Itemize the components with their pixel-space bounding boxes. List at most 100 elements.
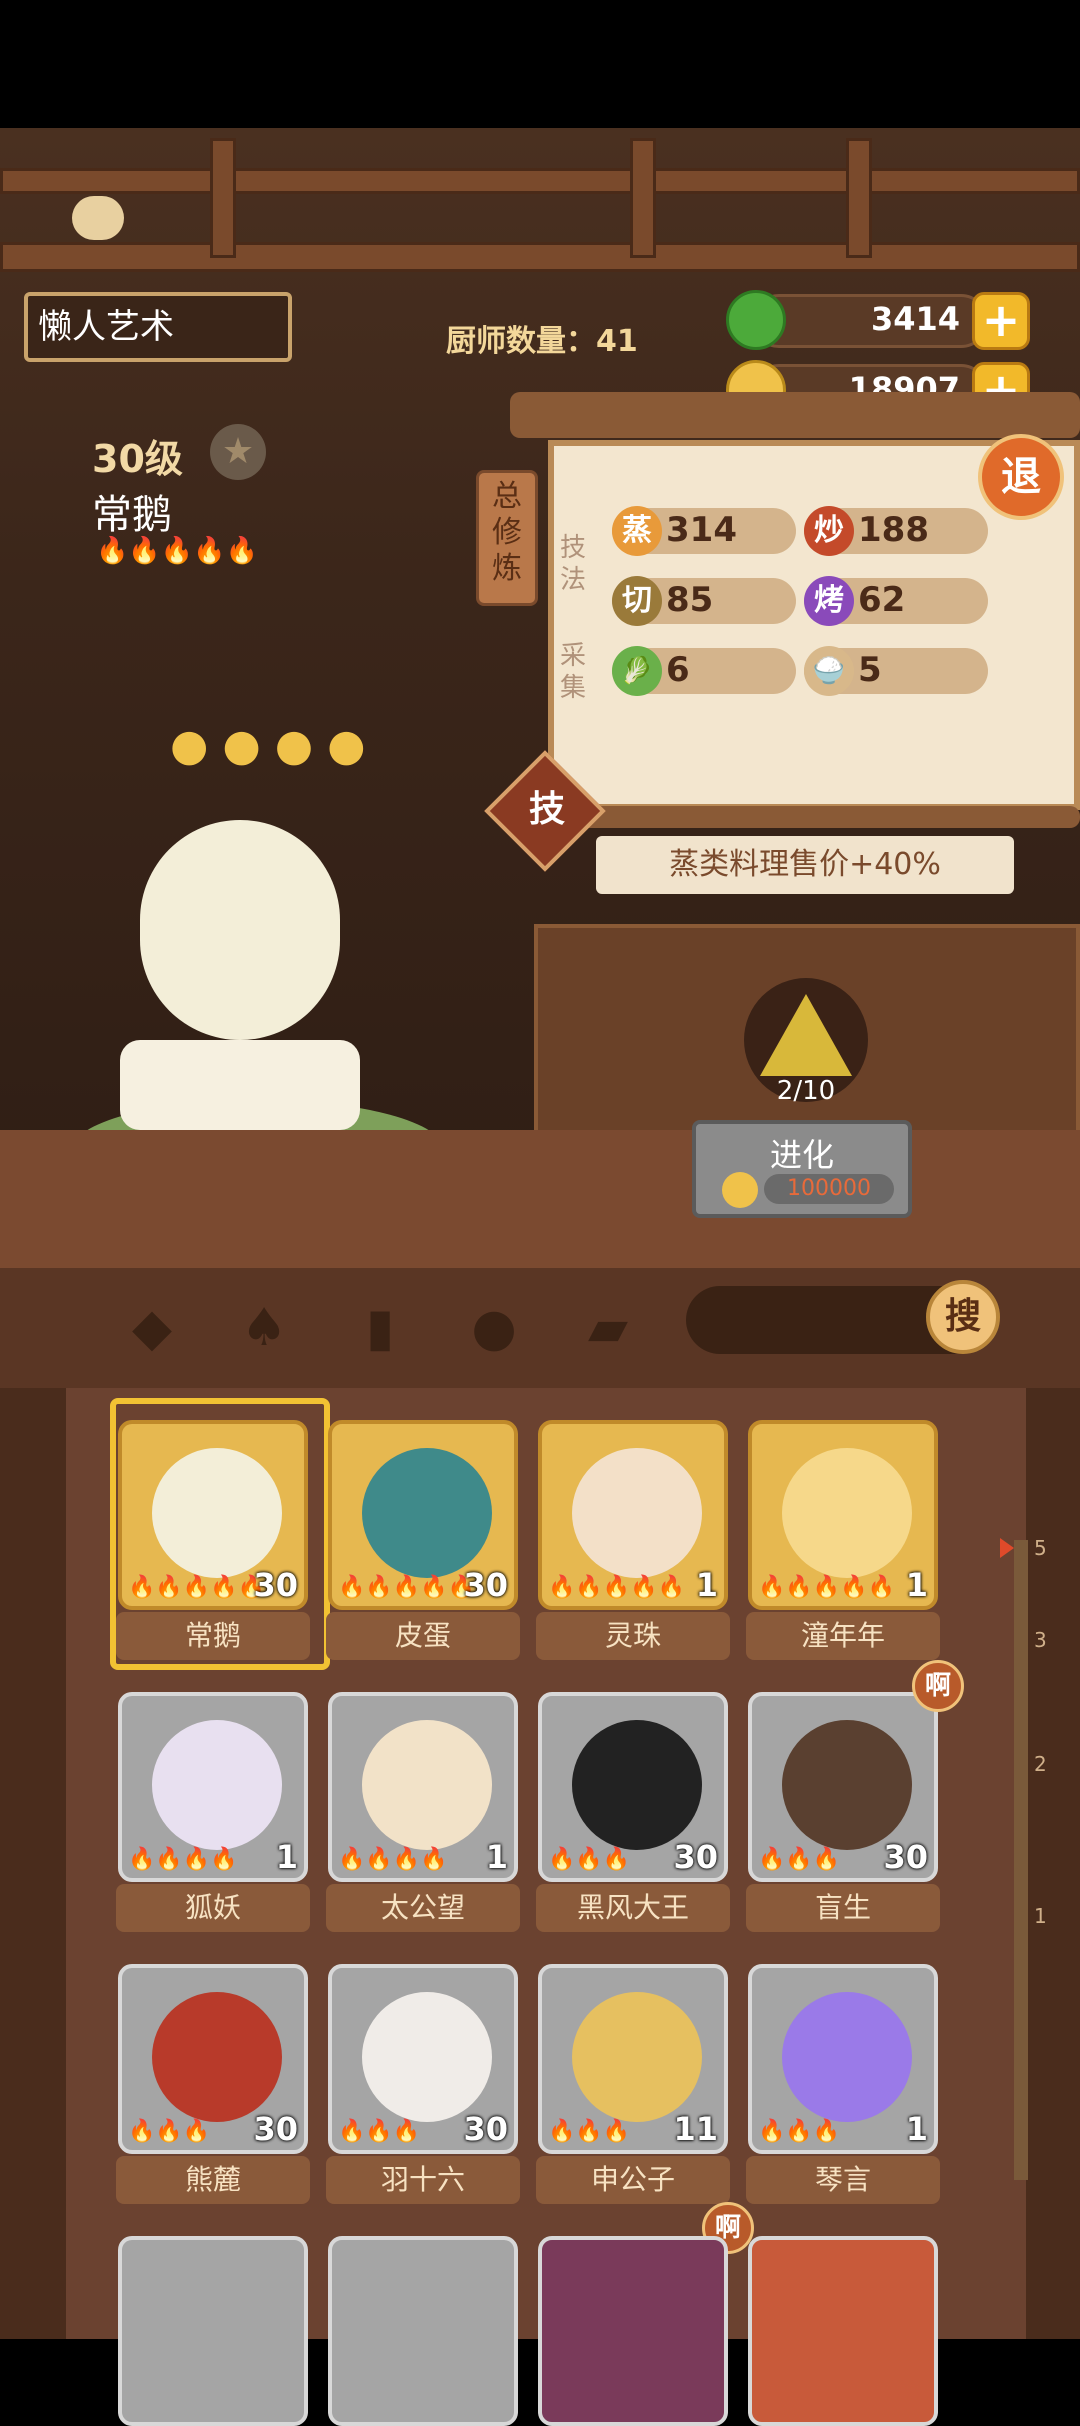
chef-portrait	[782, 1448, 912, 1578]
card-level: 1	[485, 1838, 508, 1876]
grain-icon: 🍚	[804, 646, 854, 696]
chef-portrait	[362, 1992, 492, 2122]
chef-card[interactable]: 🔥🔥🔥 30	[538, 1692, 728, 1882]
chick-on-beam	[72, 196, 124, 240]
chef-card-name[interactable]: 常鹅	[116, 1612, 310, 1660]
add-jade-button[interactable]: +	[972, 292, 1030, 350]
roof-post	[210, 138, 236, 258]
status-bar	[0, 0, 1080, 128]
evolve-coin-icon	[722, 1172, 758, 1208]
chef-card-name[interactable]: 黑风大王	[536, 1884, 730, 1932]
chef-card[interactable]: 🔥🔥🔥 11	[538, 1964, 728, 2154]
chef-card[interactable]: 🔥🔥🔥🔥🔥 30	[118, 1420, 308, 1610]
rail-mark: 2	[1034, 1752, 1047, 1776]
card-fire-rating: 🔥🔥🔥🔥🔥	[128, 1575, 265, 1600]
evolve-label: 进化	[769, 1136, 834, 1174]
chef-card-partial[interactable]	[328, 2236, 518, 2426]
chef-portrait	[152, 1448, 282, 1578]
chef-portrait	[152, 1720, 282, 1850]
scroll-rod-top	[510, 392, 1080, 438]
chef-portrait	[572, 1720, 702, 1850]
chef-card-name[interactable]: 潼年年	[746, 1612, 940, 1660]
chef-card[interactable]: 🔥🔥🔥 30	[328, 1964, 518, 2154]
card-level: 30	[253, 2110, 298, 2148]
fry-value: 188	[858, 510, 929, 550]
card-fire-rating: 🔥🔥🔥	[128, 2119, 211, 2144]
card-fire-rating: 🔥🔥🔥	[548, 1847, 631, 1872]
chef-card[interactable]: 🔥🔥🔥🔥 1	[328, 1692, 518, 1882]
map-question-icon[interactable]: ▰	[576, 1296, 640, 1360]
evolve-progress: 2/10	[776, 1076, 836, 1106]
jar-icon[interactable]: ▮	[348, 1296, 412, 1360]
card-level: 30	[253, 1566, 298, 1604]
evolve-cost: 100000	[764, 1174, 894, 1204]
rail-pointer-icon[interactable]	[1000, 1538, 1014, 1558]
vegetable-icon: 🥬	[612, 646, 662, 696]
chef-card-name[interactable]: 狐妖	[116, 1884, 310, 1932]
chef-card[interactable]: 🔥🔥🔥🔥🔥 1	[538, 1420, 728, 1610]
chef-card-name[interactable]: 羽十六	[326, 2156, 520, 2204]
card-fire-rating: 🔥🔥🔥	[758, 1847, 841, 1872]
roof-post	[630, 138, 656, 258]
roof-beam	[0, 168, 1080, 194]
location-pin-icon[interactable]: ●	[462, 1296, 526, 1360]
card-fire-rating: 🔥🔥🔥🔥🔥	[338, 1575, 475, 1600]
goose-basket	[120, 1040, 360, 1130]
chef-card[interactable]: 🔥🔥🔥🔥🔥 1	[748, 1420, 938, 1610]
chef-card-name[interactable]: 灵珠	[536, 1612, 730, 1660]
bonus-banner: 蒸类料理售价+40%	[596, 836, 1014, 894]
card-level: 1	[275, 1838, 298, 1876]
chef-character	[140, 820, 340, 1040]
fry-icon: 炒	[804, 506, 854, 556]
chef-name: 常鹅	[92, 492, 172, 538]
exit-button[interactable]: 退	[978, 434, 1064, 520]
skill-button[interactable]: 技	[502, 780, 592, 832]
spatula-icon[interactable]: ◆	[120, 1296, 184, 1360]
chef-card-name[interactable]: 熊麓	[116, 2156, 310, 2204]
chef-card-partial[interactable]	[538, 2236, 728, 2426]
floor	[0, 1130, 1080, 1270]
chef-card[interactable]: 🔥🔥🔥 1	[748, 1964, 938, 2154]
jade-icon	[726, 290, 786, 350]
card-fire-rating: 🔥🔥🔥🔥	[338, 1847, 448, 1872]
chef-card-partial[interactable]	[118, 2236, 308, 2426]
chef-count: 厨师数量：41	[446, 324, 638, 359]
shovel-icon[interactable]: ♠	[232, 1296, 296, 1360]
chef-card[interactable]: 🔥🔥🔥 30	[118, 1964, 308, 2154]
chef-card[interactable]: 🔥🔥🔥🔥 1	[118, 1692, 308, 1882]
card-level: 11	[673, 2110, 718, 2148]
search-button[interactable]: 搜	[926, 1280, 1000, 1354]
steam-icon: 蒸	[612, 506, 662, 556]
card-level: 1	[695, 1566, 718, 1604]
chef-portrait	[782, 1992, 912, 2122]
chef-card-name[interactable]: 琴言	[746, 2156, 940, 2204]
card-level: 1	[905, 2110, 928, 2148]
chef-card-name[interactable]: 皮蛋	[326, 1612, 520, 1660]
card-fire-rating: 🔥🔥🔥	[338, 2119, 421, 2144]
chef-portrait	[152, 1992, 282, 2122]
chef-card-name[interactable]: 盲生	[746, 1884, 940, 1932]
chef-level: 30级	[92, 437, 183, 481]
total-train-tab[interactable]: 总修炼	[476, 470, 538, 606]
chef-portrait	[362, 1720, 492, 1850]
roof-post	[846, 138, 872, 258]
rail-mark: 3	[1034, 1628, 1047, 1652]
card-level: 30	[673, 1838, 718, 1876]
chef-card-name[interactable]: 太公望	[326, 1884, 520, 1932]
chef-card[interactable]: 🔥🔥🔥 30	[748, 1692, 938, 1882]
cut-icon: 切	[612, 576, 662, 626]
technique-label: 技法	[560, 533, 587, 595]
chef-card[interactable]: 🔥🔥🔥🔥🔥 30	[328, 1420, 518, 1610]
chef-card-partial[interactable]	[748, 2236, 938, 2426]
page-title: 懒人艺术	[24, 292, 292, 362]
card-level: 30	[463, 1566, 508, 1604]
card-fire-rating: 🔥🔥🔥🔥🔥	[548, 1575, 685, 1600]
vegetable-value: 6	[666, 650, 690, 690]
chef-card-name[interactable]: 申公子	[536, 2156, 730, 2204]
star-icon[interactable]: ★	[210, 424, 266, 480]
badge-a[interactable]: 啊	[912, 1660, 964, 1712]
chef-fire-rating: 🔥🔥🔥🔥🔥	[96, 536, 258, 566]
rail-mark: 1	[1034, 1904, 1047, 1928]
chef-portrait	[572, 1448, 702, 1578]
roast-value: 62	[858, 580, 906, 620]
